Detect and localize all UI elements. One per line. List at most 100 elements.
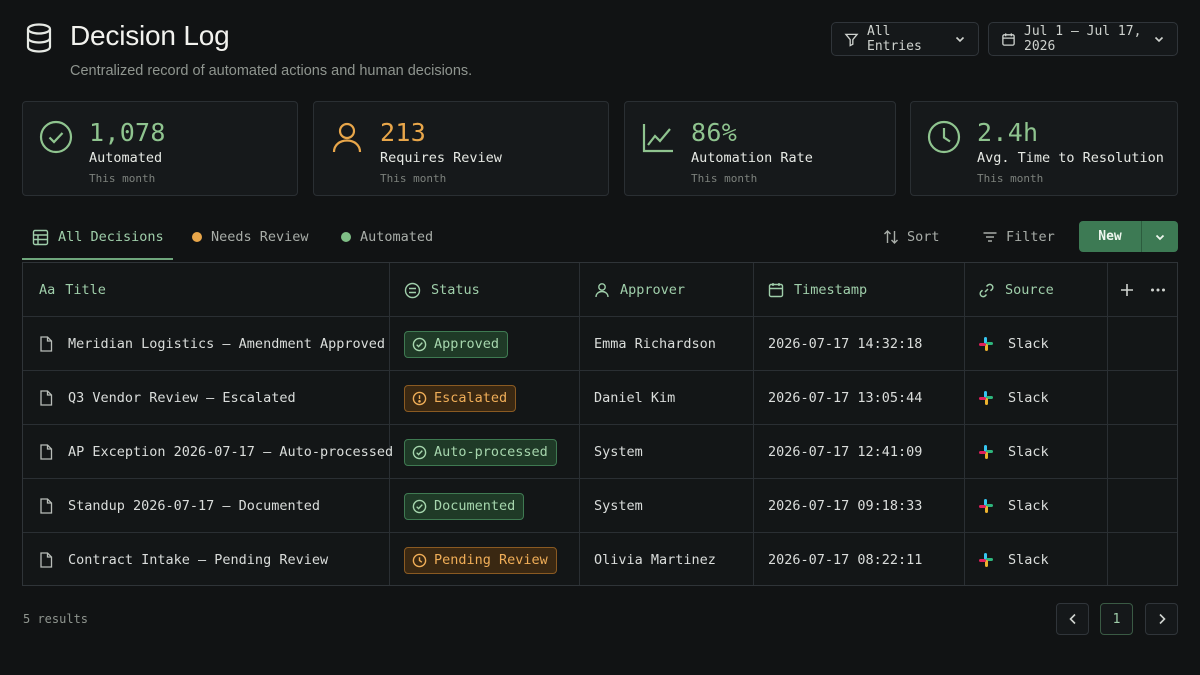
row-timestamp: 2026-07-17 08:22:11 — [768, 552, 923, 568]
row-source-cell[interactable]: Slack — [978, 425, 1049, 479]
filter-lines-icon — [983, 232, 997, 242]
table-row[interactable]: Meridian Logistics – Amendment Approved … — [23, 317, 1177, 371]
row-title: Contract Intake – Pending Review — [68, 552, 329, 568]
row-timestamp: 2026-07-17 14:32:18 — [768, 336, 923, 352]
status-label: Documented — [434, 498, 516, 514]
calendar-icon — [1002, 32, 1015, 46]
status-label: Pending Review — [434, 552, 548, 568]
clock-icon — [412, 553, 427, 567]
text-type-icon: Aa — [39, 282, 56, 298]
document-icon — [40, 390, 53, 406]
table-row[interactable]: Q3 Vendor Review – Escalated Escalated D… — [23, 371, 1177, 425]
decision-table: Aa Title Status Approver Timestamp Sourc… — [22, 262, 1178, 586]
table-row[interactable]: AP Exception 2026-07-17 – Auto-processed… — [23, 425, 1177, 479]
stat-subtext: This month — [89, 172, 156, 185]
table-header-row: Aa Title Status Approver Timestamp Sourc… — [23, 263, 1177, 317]
entries-filter-dropdown[interactable]: All Entries — [831, 22, 979, 56]
current-page-button[interactable]: 1 — [1100, 603, 1133, 635]
row-source: Slack — [1008, 552, 1049, 568]
plus-icon[interactable] — [1120, 283, 1134, 297]
stat-card-avg-resolution: 2.4h Avg. Time to Resolution This month — [910, 101, 1178, 196]
row-source: Slack — [1008, 390, 1049, 406]
row-title: Standup 2026-07-17 – Documented — [68, 498, 320, 514]
page-title: Decision Log — [70, 20, 230, 51]
status-badge: Auto-processed — [404, 438, 557, 466]
new-button-group: New — [1079, 221, 1178, 252]
slack-icon — [979, 391, 993, 405]
row-source-cell[interactable]: Slack — [978, 371, 1049, 425]
row-status-cell[interactable]: Escalated — [404, 371, 517, 425]
table-row[interactable]: Contract Intake – Pending Review Pending… — [23, 533, 1177, 587]
link-icon — [979, 283, 994, 297]
sort-button[interactable]: Sort — [883, 227, 940, 247]
column-header-title[interactable]: Aa Title — [39, 263, 106, 317]
row-status-cell[interactable]: Approved — [404, 317, 509, 371]
stat-label: Automation Rate — [691, 150, 813, 166]
slack-icon — [979, 337, 993, 351]
stat-subtext: This month — [691, 172, 758, 185]
status-dot — [341, 232, 351, 242]
tab-needs-review[interactable]: Needs Review — [192, 227, 309, 247]
user-icon — [332, 122, 362, 153]
filter-button[interactable]: Filter — [982, 227, 1055, 247]
document-icon — [40, 336, 53, 352]
column-header-timestamp[interactable]: Timestamp — [768, 263, 867, 317]
funnel-icon — [844, 33, 859, 47]
entries-filter-label: All Entries — [867, 24, 922, 54]
new-button[interactable]: New — [1079, 221, 1142, 252]
row-status-cell[interactable]: Auto-processed — [404, 425, 557, 479]
row-timestamp: 2026-07-17 13:05:44 — [768, 390, 923, 406]
row-title-cell[interactable]: AP Exception 2026-07-17 – Auto-processed — [39, 425, 393, 479]
new-options-button[interactable] — [1142, 221, 1178, 252]
row-source-cell[interactable]: Slack — [978, 317, 1049, 371]
column-header-label: Title — [65, 282, 106, 298]
row-title-cell[interactable]: Standup 2026-07-17 – Documented — [39, 479, 320, 533]
stat-card-automation-rate: 86% Automation Rate This month — [624, 101, 896, 196]
previous-page-button[interactable] — [1056, 603, 1089, 635]
document-icon — [40, 552, 53, 568]
column-header-label: Source — [1005, 282, 1054, 298]
tab-label: Needs Review — [211, 229, 309, 245]
tab-label: Automated — [360, 229, 434, 245]
sort-arrows-icon — [884, 230, 898, 244]
stat-card-requires-review: 213 Requires Review This month — [313, 101, 609, 196]
slack-icon — [979, 553, 993, 567]
next-page-button[interactable] — [1145, 603, 1178, 635]
row-source-cell[interactable]: Slack — [978, 479, 1049, 533]
column-header-status[interactable]: Status — [404, 263, 480, 317]
row-title-cell[interactable]: Contract Intake – Pending Review — [39, 533, 328, 587]
row-title-cell[interactable]: Meridian Logistics – Amendment Approved — [39, 317, 385, 371]
check-circle-icon — [412, 337, 427, 351]
filter-label: Filter — [1006, 229, 1055, 245]
status-badge: Escalated — [404, 384, 517, 412]
status-badge: Documented — [404, 492, 525, 520]
document-icon — [40, 498, 53, 514]
stat-card-automated: 1,078 Automated This month — [22, 101, 298, 196]
check-circle-icon — [412, 445, 427, 459]
column-header-label: Approver — [620, 282, 686, 298]
column-header-approver[interactable]: Approver — [594, 263, 685, 317]
status-dot — [192, 232, 202, 242]
row-approver: Emma Richardson — [594, 336, 716, 352]
row-approver: Olivia Martinez — [594, 552, 716, 568]
date-range-dropdown[interactable]: Jul 1 – Jul 17, 2026 — [988, 22, 1178, 56]
stat-value: 1,078 — [89, 118, 166, 147]
row-source-cell[interactable]: Slack — [978, 533, 1049, 587]
row-status-cell[interactable]: Pending Review — [404, 533, 557, 587]
row-source: Slack — [1008, 444, 1049, 460]
more-options-icon[interactable] — [1150, 283, 1166, 297]
row-status-cell[interactable]: Documented — [404, 479, 525, 533]
trend-line-icon — [642, 124, 673, 153]
tab-automated[interactable]: Automated — [341, 227, 433, 247]
row-title-cell[interactable]: Q3 Vendor Review – Escalated — [39, 371, 296, 425]
document-icon — [40, 444, 53, 460]
table-row[interactable]: Standup 2026-07-17 – Documented Document… — [23, 479, 1177, 533]
tab-all-decisions[interactable]: All Decisions — [32, 227, 164, 247]
column-header-source[interactable]: Source — [978, 263, 1054, 317]
row-approver: System — [594, 498, 643, 514]
stat-label: Requires Review — [380, 150, 502, 166]
results-count: 5 results — [23, 612, 89, 626]
row-timestamp: 2026-07-17 09:18:33 — [768, 498, 923, 514]
clock-icon — [927, 120, 961, 154]
slack-icon — [979, 445, 993, 459]
